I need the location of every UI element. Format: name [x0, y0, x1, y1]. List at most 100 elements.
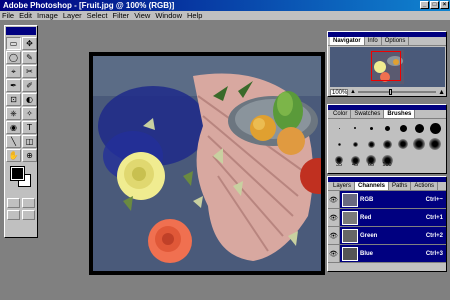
- brush-preset[interactable]: [363, 121, 379, 135]
- tab-actions[interactable]: Actions: [411, 182, 439, 190]
- menu-image[interactable]: Image: [37, 11, 58, 20]
- screen-mode-full-button[interactable]: [22, 210, 35, 220]
- navigator-tabs: Navigator Info Options: [328, 37, 446, 46]
- channel-row[interactable]: 👁 Red Ctrl+1: [328, 208, 446, 227]
- brush-preset[interactable]: [347, 137, 363, 151]
- brush-preset[interactable]: [427, 121, 443, 135]
- zoom-tool-icon[interactable]: ⊕: [22, 149, 37, 162]
- tab-paths[interactable]: Paths: [389, 182, 412, 190]
- channel-selected[interactable]: Green Ctrl+2: [340, 227, 446, 244]
- brush-preset[interactable]: [331, 121, 347, 135]
- tab-brushes[interactable]: Brushes: [384, 110, 416, 118]
- dodge-tool-icon[interactable]: ✧: [22, 107, 37, 120]
- tab-info[interactable]: Info: [365, 37, 382, 45]
- brush-preset[interactable]: 45: [347, 153, 363, 168]
- tab-layers[interactable]: Layers: [330, 182, 356, 190]
- tab-swatches[interactable]: Swatches: [351, 110, 385, 118]
- brush-preset[interactable]: [363, 137, 379, 151]
- brushes-palette: Color Swatches Brushes 35 45 65 100: [327, 104, 447, 174]
- measure-tool-icon[interactable]: ╲: [6, 135, 21, 148]
- channel-shortcut: Ctrl+1: [425, 214, 443, 221]
- channel-shortcut: Ctrl+2: [425, 232, 443, 239]
- foreground-color-swatch[interactable]: [10, 166, 25, 181]
- brush-size-label: 65: [367, 162, 375, 168]
- brush-preset[interactable]: [395, 137, 411, 151]
- screen-mode-standard-button[interactable]: [7, 210, 20, 220]
- minimize-button[interactable]: _: [420, 1, 429, 9]
- tab-color[interactable]: Color: [330, 110, 352, 118]
- tab-channels[interactable]: Channels: [355, 182, 390, 190]
- paintbrush-tool-icon[interactable]: ✂: [22, 65, 37, 78]
- channel-selected[interactable]: Blue Ctrl+3: [340, 245, 446, 262]
- visibility-eye-icon[interactable]: 👁: [328, 208, 340, 227]
- brush-size-label: 45: [351, 162, 359, 168]
- brush-preset[interactable]: 65: [363, 153, 379, 168]
- canvas-image[interactable]: [93, 56, 321, 271]
- brush-preset[interactable]: [379, 121, 395, 135]
- navigator-view-box[interactable]: [371, 51, 401, 81]
- quick-mask-button[interactable]: [22, 198, 35, 208]
- channel-selected[interactable]: Red Ctrl+1: [340, 209, 446, 226]
- menu-edit[interactable]: Edit: [19, 11, 32, 20]
- menu-file[interactable]: File: [2, 11, 14, 20]
- fruit-still-life-image: [93, 56, 321, 271]
- visibility-eye-icon[interactable]: 👁: [328, 190, 340, 209]
- brush-preset[interactable]: [347, 121, 363, 135]
- tab-options[interactable]: Options: [382, 37, 410, 45]
- brush-preset[interactable]: [411, 137, 427, 151]
- channel-selected[interactable]: RGB Ctrl+~: [340, 191, 446, 208]
- mode-buttons: [5, 197, 37, 209]
- magic-wand-tool-icon[interactable]: ✎: [22, 51, 37, 64]
- brush-preset[interactable]: 100: [379, 153, 395, 168]
- visibility-eye-icon[interactable]: 👁: [328, 244, 340, 263]
- menu-window[interactable]: Window: [155, 11, 182, 20]
- channel-row[interactable]: 👁 Blue Ctrl+3: [328, 244, 446, 263]
- zoom-level-field[interactable]: 100%: [330, 88, 348, 96]
- zoom-out-icon[interactable]: ▲: [350, 89, 356, 95]
- channel-thumbnail: [342, 192, 358, 207]
- visibility-eye-icon[interactable]: 👁: [328, 226, 340, 245]
- toolbox: ▭ ✥ ◯ ✎ ⌖ ✂ ✒ ✐ ⊡ ◐ ⎈ ✧ ◉ T ╲ ◫ ✋ ⊕: [4, 25, 38, 238]
- airbrush-tool-icon[interactable]: ⌖: [6, 65, 21, 78]
- brushes-tabs: Color Swatches Brushes: [328, 110, 446, 119]
- marquee-tool-icon[interactable]: ▭: [6, 37, 21, 50]
- pen-tool-icon[interactable]: ◉: [6, 121, 21, 134]
- channels-tabs: Layers Channels Paths Actions: [328, 182, 446, 191]
- maximize-button[interactable]: □: [430, 1, 439, 9]
- channel-shortcut: Ctrl+~: [425, 196, 443, 203]
- zoom-slider-thumb[interactable]: [389, 89, 393, 95]
- eraser-tool-icon[interactable]: ⊡: [6, 93, 21, 106]
- menu-select[interactable]: Select: [87, 11, 108, 20]
- channel-name: Red: [360, 214, 372, 221]
- standard-mode-button[interactable]: [7, 198, 20, 208]
- navigator-preview[interactable]: [330, 47, 445, 87]
- brush-preset[interactable]: [427, 137, 443, 151]
- lasso-tool-icon[interactable]: ◯: [6, 51, 21, 64]
- channel-row[interactable]: 👁 RGB Ctrl+~: [328, 190, 446, 209]
- pencil-tool-icon[interactable]: ◐: [22, 93, 37, 106]
- type-tool-icon[interactable]: T: [22, 121, 37, 134]
- hand-tool-icon[interactable]: ✋: [6, 149, 21, 162]
- close-button[interactable]: ×: [440, 1, 449, 9]
- zoom-in-icon[interactable]: ▲: [438, 89, 445, 96]
- menu-layer[interactable]: Layer: [63, 11, 82, 20]
- window-controls: _ □ ×: [420, 1, 449, 9]
- brush-preset[interactable]: [395, 121, 411, 135]
- move-tool-icon[interactable]: ✥: [22, 37, 37, 50]
- channel-row[interactable]: 👁 Green Ctrl+2: [328, 226, 446, 245]
- brush-preset[interactable]: [331, 137, 347, 151]
- blur-tool-icon[interactable]: ⎈: [6, 107, 21, 120]
- menu-bar: File Edit Image Layer Select Filter View…: [0, 11, 450, 21]
- toolbox-drag-bar[interactable]: [6, 27, 36, 35]
- brush-preset[interactable]: [411, 121, 427, 135]
- zoom-slider[interactable]: [357, 89, 437, 95]
- brush-preset[interactable]: [379, 137, 395, 151]
- rubber-stamp-tool-icon[interactable]: ✒: [6, 79, 21, 92]
- menu-view[interactable]: View: [134, 11, 150, 20]
- tab-navigator[interactable]: Navigator: [330, 37, 365, 45]
- brush-preset[interactable]: 35: [331, 153, 347, 168]
- history-brush-tool-icon[interactable]: ✐: [22, 79, 37, 92]
- gradient-tool-icon[interactable]: ◫: [22, 135, 37, 148]
- menu-help[interactable]: Help: [187, 11, 202, 20]
- menu-filter[interactable]: Filter: [113, 11, 130, 20]
